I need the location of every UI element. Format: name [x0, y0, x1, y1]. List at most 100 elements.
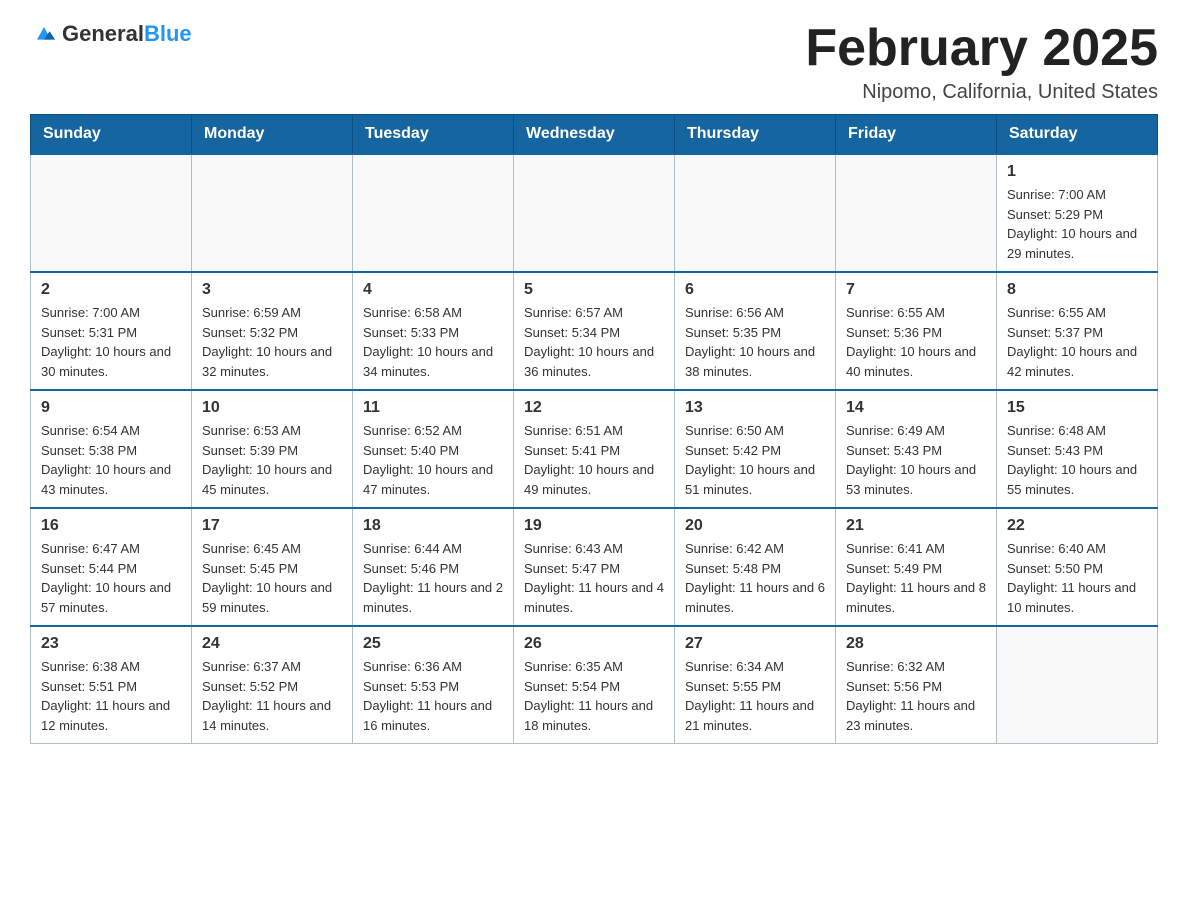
logo-general: General [62, 21, 144, 46]
calendar-table: Sunday Monday Tuesday Wednesday Thursday… [30, 114, 1158, 744]
calendar-day-cell: 19 Sunrise: 6:43 AMSunset: 5:47 PMDayligh… [514, 508, 675, 626]
calendar-day-cell: 6 Sunrise: 6:56 AMSunset: 5:35 PMDaylight… [675, 272, 836, 390]
calendar-subtitle: Nipomo, California, United States [805, 81, 1158, 104]
calendar-day-cell: 12Sunrise: 6:51 AMSunset: 5:41 PMDayligh… [514, 390, 675, 508]
day-info: Sunrise: 6:43 AMSunset: 5:47 PMDaylight:… [524, 539, 664, 617]
header-saturday: Saturday [997, 115, 1158, 155]
day-number: 10 [202, 399, 342, 417]
day-info: Sunrise: 6:53 AMSunset: 5:39 PMDaylight:… [202, 421, 342, 499]
day-info: Sunrise: 6:55 AMSunset: 5:37 PMDaylight:… [1007, 303, 1147, 381]
day-number: 20 [685, 517, 825, 535]
day-info: Sunrise: 6:57 AMSunset: 5:34 PMDaylight:… [524, 303, 664, 381]
header: GeneralBlue February 2025 Nipomo, Califo… [30, 20, 1158, 104]
header-wednesday: Wednesday [514, 115, 675, 155]
day-number: 24 [202, 635, 342, 653]
calendar-day-cell: 3 Sunrise: 6:59 AMSunset: 5:32 PMDaylight… [192, 272, 353, 390]
day-number: 11 [363, 399, 503, 417]
day-number: 23 [41, 635, 181, 653]
calendar-day-cell [192, 154, 353, 272]
day-info: Sunrise: 6:35 AMSunset: 5:54 PMDaylight:… [524, 657, 664, 735]
calendar-day-cell: 28Sunrise: 6:32 AMSunset: 5:56 PMDayligh… [836, 626, 997, 744]
day-number: 27 [685, 635, 825, 653]
day-info: Sunrise: 7:00 AMSunset: 5:31 PMDaylight:… [41, 303, 181, 381]
day-info: Sunrise: 6:56 AMSunset: 5:35 PMDaylight:… [685, 303, 825, 381]
header-sunday: Sunday [31, 115, 192, 155]
day-number: 7 [846, 281, 986, 299]
day-number: 26 [524, 635, 664, 653]
day-info: Sunrise: 6:59 AMSunset: 5:32 PMDaylight:… [202, 303, 342, 381]
calendar-day-cell: 14 Sunrise: 6:49 AMSunset: 5:43 PMDayligh… [836, 390, 997, 508]
day-number: 19 [524, 517, 664, 535]
calendar-day-cell: 26 Sunrise: 6:35 AMSunset: 5:54 PMDayligh… [514, 626, 675, 744]
day-number: 14 [846, 399, 986, 417]
title-block: February 2025 Nipomo, California, United… [805, 20, 1158, 104]
day-info: Sunrise: 6:38 AMSunset: 5:51 PMDaylight:… [41, 657, 181, 735]
day-info: Sunrise: 6:58 AMSunset: 5:33 PMDaylight:… [363, 303, 503, 381]
calendar-week-row: 23 Sunrise: 6:38 AMSunset: 5:51 PMDayligh… [31, 626, 1158, 744]
calendar-day-cell: 22Sunrise: 6:40 AMSunset: 5:50 PMDayligh… [997, 508, 1158, 626]
day-number: 3 [202, 281, 342, 299]
day-number: 28 [846, 635, 986, 653]
day-info: Sunrise: 6:34 AMSunset: 5:55 PMDaylight:… [685, 657, 825, 735]
calendar-day-cell [997, 626, 1158, 744]
calendar-day-cell: 20 Sunrise: 6:42 AMSunset: 5:48 PMDayligh… [675, 508, 836, 626]
day-info: Sunrise: 6:44 AMSunset: 5:46 PMDaylight:… [363, 539, 503, 617]
day-number: 5 [524, 281, 664, 299]
calendar-week-row: 2 Sunrise: 7:00 AMSunset: 5:31 PMDaylight… [31, 272, 1158, 390]
day-info: Sunrise: 6:47 AMSunset: 5:44 PMDaylight:… [41, 539, 181, 617]
day-number: 6 [685, 281, 825, 299]
calendar-day-cell: 25 Sunrise: 6:36 AMSunset: 5:53 PMDayligh… [353, 626, 514, 744]
day-info: Sunrise: 6:51 AMSunset: 5:41 PMDaylight:… [524, 421, 664, 499]
calendar-day-cell [353, 154, 514, 272]
day-number: 18 [363, 517, 503, 535]
calendar-day-cell: 17Sunrise: 6:45 AMSunset: 5:45 PMDayligh… [192, 508, 353, 626]
calendar-day-cell: 16 Sunrise: 6:47 AMSunset: 5:44 PMDayligh… [31, 508, 192, 626]
header-tuesday: Tuesday [353, 115, 514, 155]
day-number: 2 [41, 281, 181, 299]
logo: GeneralBlue [30, 20, 192, 48]
calendar-day-cell: 5 Sunrise: 6:57 AMSunset: 5:34 PMDaylight… [514, 272, 675, 390]
logo-icon [30, 20, 58, 48]
day-number: 1 [1007, 163, 1147, 181]
header-friday: Friday [836, 115, 997, 155]
calendar-day-cell: 23 Sunrise: 6:38 AMSunset: 5:51 PMDayligh… [31, 626, 192, 744]
header-monday: Monday [192, 115, 353, 155]
calendar-title: February 2025 [805, 20, 1158, 77]
day-number: 16 [41, 517, 181, 535]
day-info: Sunrise: 6:54 AMSunset: 5:38 PMDaylight:… [41, 421, 181, 499]
day-info: Sunrise: 6:40 AMSunset: 5:50 PMDaylight:… [1007, 539, 1147, 617]
calendar-day-cell: 21 Sunrise: 6:41 AMSunset: 5:49 PMDayligh… [836, 508, 997, 626]
day-info: Sunrise: 6:50 AMSunset: 5:42 PMDaylight:… [685, 421, 825, 499]
day-info: Sunrise: 7:00 AMSunset: 5:29 PMDaylight:… [1007, 185, 1147, 263]
day-info: Sunrise: 6:41 AMSunset: 5:49 PMDaylight:… [846, 539, 986, 617]
calendar-day-cell [675, 154, 836, 272]
calendar-day-cell: 2 Sunrise: 7:00 AMSunset: 5:31 PMDaylight… [31, 272, 192, 390]
calendar-day-cell: 4 Sunrise: 6:58 AMSunset: 5:33 PMDaylight… [353, 272, 514, 390]
calendar-day-cell: 15 Sunrise: 6:48 AMSunset: 5:43 PMDayligh… [997, 390, 1158, 508]
calendar-day-cell: 13Sunrise: 6:50 AMSunset: 5:42 PMDayligh… [675, 390, 836, 508]
day-info: Sunrise: 6:49 AMSunset: 5:43 PMDaylight:… [846, 421, 986, 499]
calendar-day-cell: 11 Sunrise: 6:52 AMSunset: 5:40 PMDayligh… [353, 390, 514, 508]
day-info: Sunrise: 6:42 AMSunset: 5:48 PMDaylight:… [685, 539, 825, 617]
calendar-day-cell: 24 Sunrise: 6:37 AMSunset: 5:52 PMDayligh… [192, 626, 353, 744]
day-number: 25 [363, 635, 503, 653]
day-info: Sunrise: 6:48 AMSunset: 5:43 PMDaylight:… [1007, 421, 1147, 499]
calendar-week-row: 9Sunrise: 6:54 AMSunset: 5:38 PMDaylight… [31, 390, 1158, 508]
day-number: 15 [1007, 399, 1147, 417]
calendar-week-row: 16 Sunrise: 6:47 AMSunset: 5:44 PMDayligh… [31, 508, 1158, 626]
day-info: Sunrise: 6:36 AMSunset: 5:53 PMDaylight:… [363, 657, 503, 735]
day-info: Sunrise: 6:55 AMSunset: 5:36 PMDaylight:… [846, 303, 986, 381]
calendar-day-cell: 18 Sunrise: 6:44 AMSunset: 5:46 PMDayligh… [353, 508, 514, 626]
calendar-day-cell: 1 Sunrise: 7:00 AMSunset: 5:29 PMDaylight… [997, 154, 1158, 272]
day-info: Sunrise: 6:52 AMSunset: 5:40 PMDaylight:… [363, 421, 503, 499]
calendar-header: Sunday Monday Tuesday Wednesday Thursday… [31, 115, 1158, 155]
calendar-week-row: 1 Sunrise: 7:00 AMSunset: 5:29 PMDaylight… [31, 154, 1158, 272]
day-info: Sunrise: 6:37 AMSunset: 5:52 PMDaylight:… [202, 657, 342, 735]
header-thursday: Thursday [675, 115, 836, 155]
calendar-day-cell [514, 154, 675, 272]
calendar-day-cell: 10 Sunrise: 6:53 AMSunset: 5:39 PMDayligh… [192, 390, 353, 508]
day-number: 17 [202, 517, 342, 535]
day-number: 4 [363, 281, 503, 299]
day-number: 8 [1007, 281, 1147, 299]
day-number: 21 [846, 517, 986, 535]
